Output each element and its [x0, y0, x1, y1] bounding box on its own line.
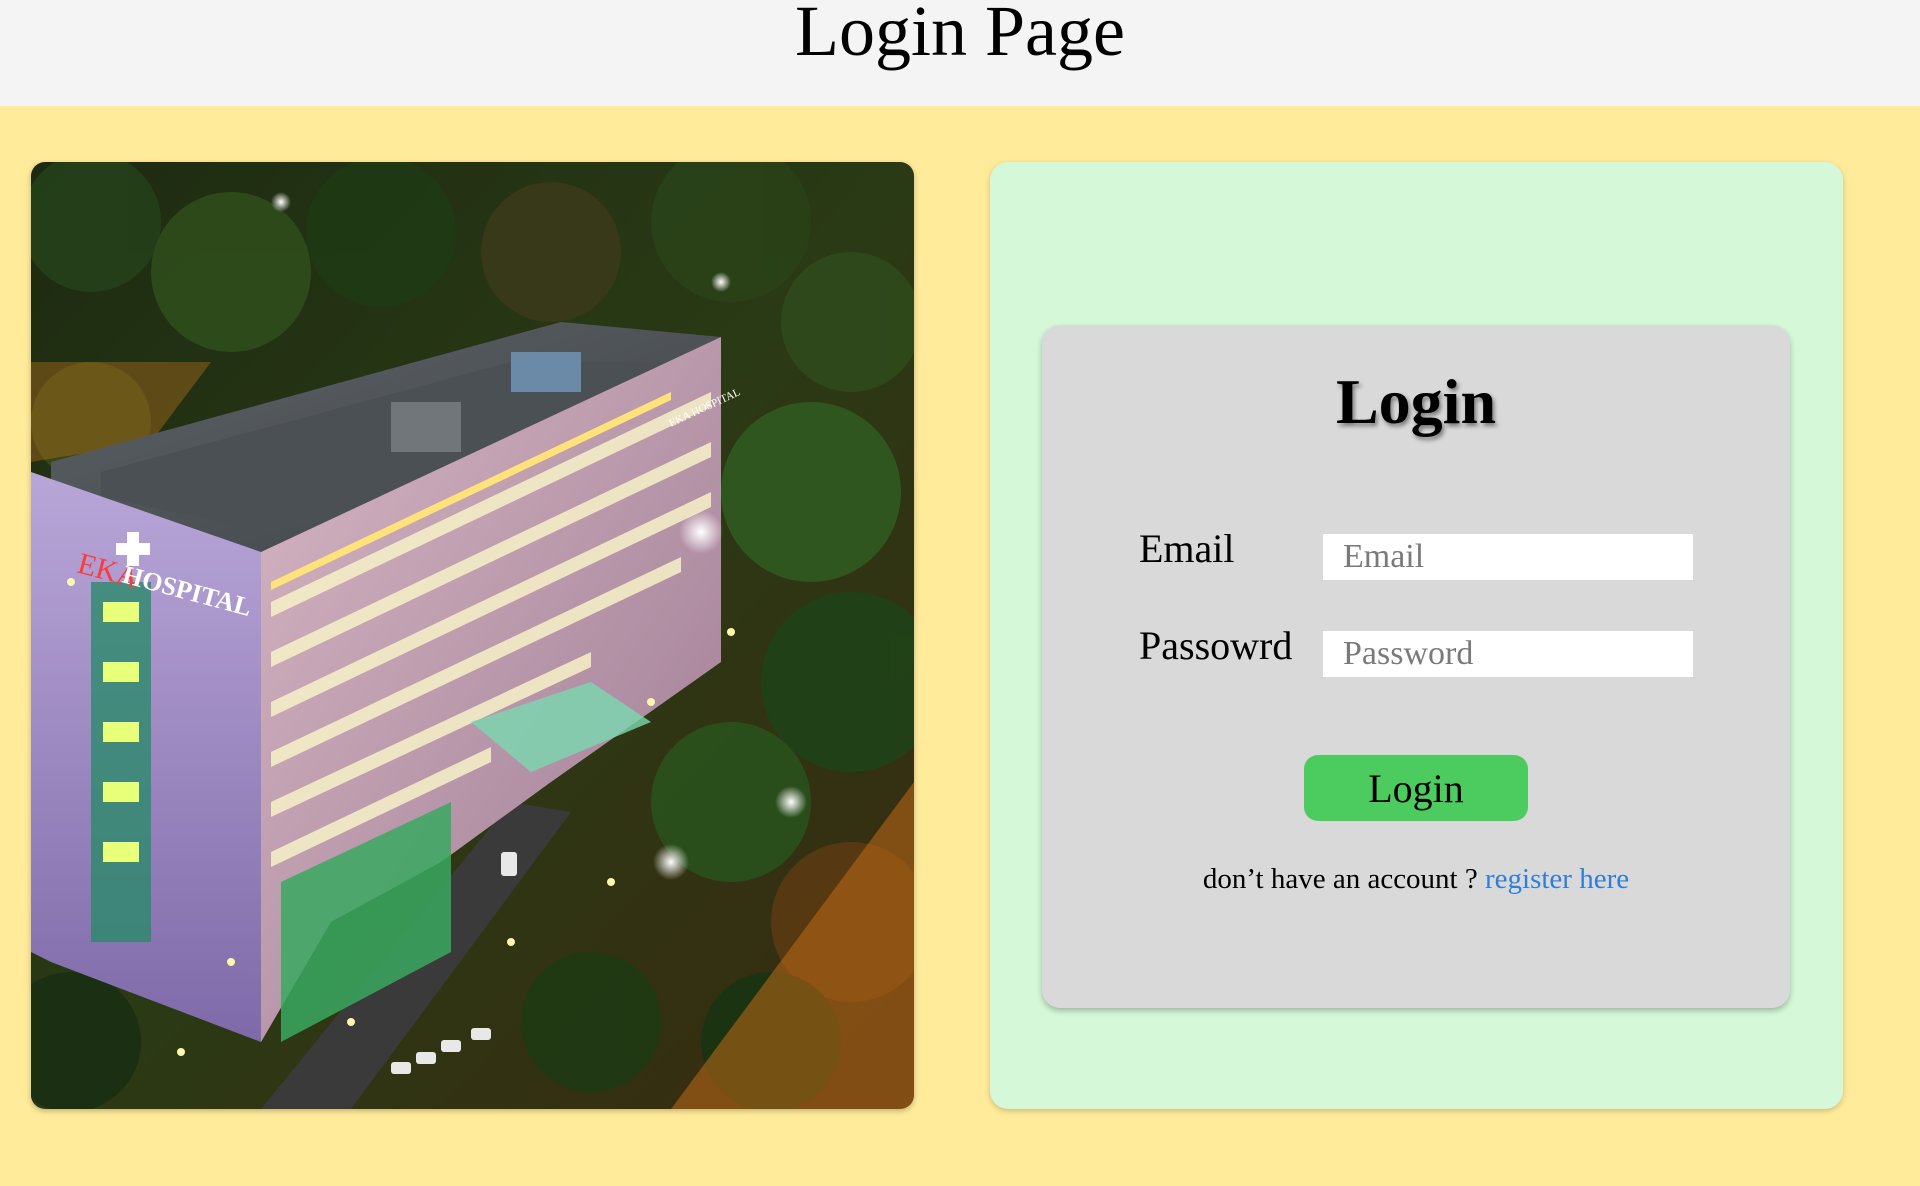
email-field[interactable] [1323, 534, 1693, 580]
page-title: Login Page [795, 0, 1125, 71]
hospital-photo: EKA HOSPITAL EKA HOSPITAL [31, 162, 914, 1109]
login-panel: Login Email Passowrd Login don’t have an… [990, 162, 1843, 1109]
password-label: Passowrd [1139, 623, 1293, 668]
email-label: Email [1139, 526, 1235, 571]
password-field[interactable] [1323, 631, 1693, 677]
login-card: Login Email Passowrd Login don’t have an… [1042, 325, 1790, 1008]
page-header: Login Page [0, 0, 1920, 106]
register-link[interactable]: register here [1485, 863, 1629, 895]
register-prompt: don’t have an account ? register here [1042, 863, 1790, 896]
login-title: Login [1335, 366, 1497, 437]
register-prompt-text: don’t have an account ? [1202, 863, 1478, 895]
login-button[interactable]: Login [1304, 755, 1528, 821]
